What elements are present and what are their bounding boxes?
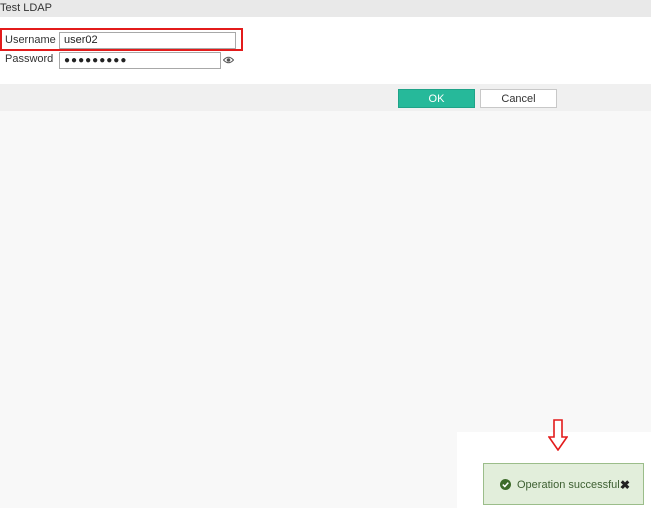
ok-button[interactable]: OK: [398, 89, 475, 108]
check-circle-icon: [500, 479, 511, 490]
dialog-title: Test LDAP: [0, 2, 52, 14]
eye-icon[interactable]: [223, 55, 234, 65]
success-toast: Operation successful. ✖: [483, 463, 644, 505]
close-icon[interactable]: ✖: [620, 478, 630, 492]
toast-message: Operation successful.: [517, 479, 623, 491]
dialog-titlebar: Test LDAP: [0, 0, 651, 17]
username-highlight-box: [0, 28, 243, 51]
password-label: Password: [5, 53, 54, 65]
test-ldap-dialog: Test LDAP Username user02 Password ●●●●●…: [0, 0, 651, 508]
dialog-button-bar: OK Cancel: [0, 84, 651, 111]
cancel-button[interactable]: Cancel: [480, 89, 557, 108]
password-input[interactable]: ●●●●●●●●●: [59, 52, 221, 69]
down-arrow-icon: [548, 419, 568, 451]
